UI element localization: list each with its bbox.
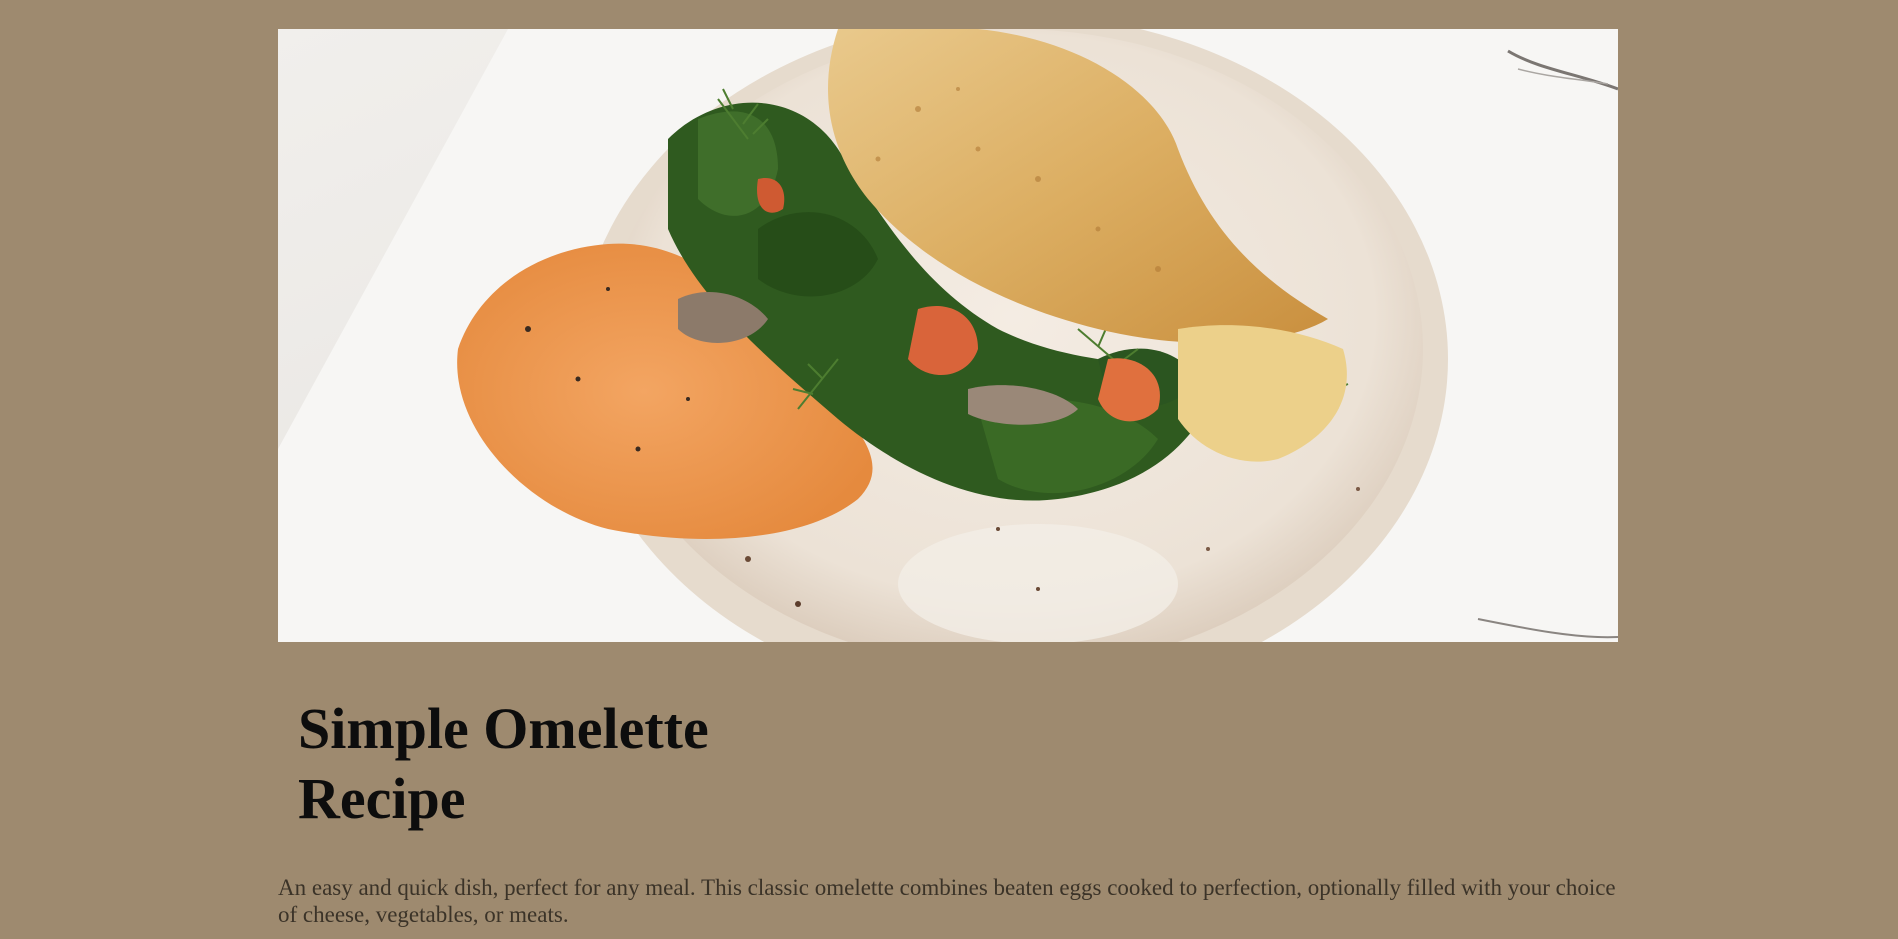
recipe-title: Simple Omelette Recipe [298, 696, 709, 831]
recipe-description: An easy and quick dish, perfect for any … [278, 875, 1616, 927]
hero-image [278, 29, 1618, 642]
recipe-card: Simple Omelette Recipe An easy and quick… [278, 29, 1618, 928]
omelette-photo [278, 29, 1618, 642]
